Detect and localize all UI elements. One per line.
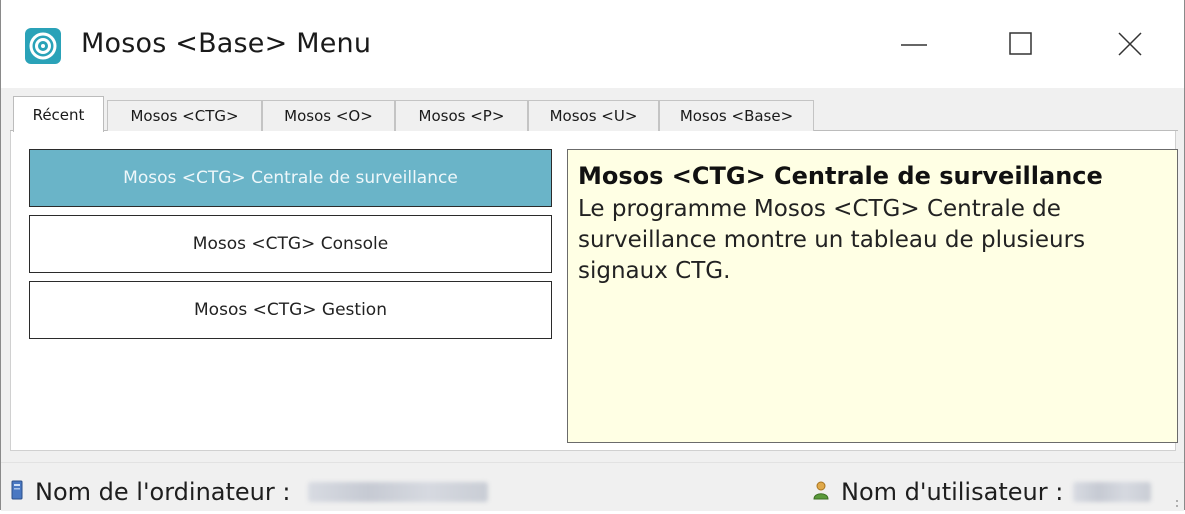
tab-mosos-base[interactable]: Mosos <Base>: [659, 100, 814, 131]
tab-recent[interactable]: Récent: [13, 96, 104, 132]
minimize-icon: [901, 44, 927, 46]
tab-mosos-ctg[interactable]: Mosos <CTG>: [107, 100, 262, 131]
tab-mosos-u[interactable]: Mosos <U>: [528, 100, 659, 131]
maximize-icon: [1009, 32, 1032, 55]
window-title: Mosos <Base> Menu: [81, 28, 372, 59]
description-text: Le programme Mosos <CTG> Centrale de sur…: [578, 196, 1086, 284]
description-title: Mosos <CTG> Centrale de surveillance: [578, 162, 1103, 190]
program-button-gestion[interactable]: Mosos <CTG> Gestion: [29, 281, 552, 339]
close-button[interactable]: [1096, 20, 1166, 70]
description-panel: Mosos <CTG> Centrale de surveillance Le …: [567, 149, 1178, 443]
computer-name-label: Nom de l'ordinateur :: [35, 478, 291, 506]
program-button-console[interactable]: Mosos <CTG> Console: [29, 215, 552, 273]
computer-icon: [11, 478, 23, 506]
title-bar[interactable]: Mosos <Base> Menu: [1, 0, 1184, 88]
computer-name-status: Nom de l'ordinateur :: [11, 478, 489, 506]
resize-grip-icon[interactable]: [1174, 496, 1180, 507]
user-name-label: Nom d'utilisateur :: [841, 478, 1064, 506]
computer-name-value-redacted: [308, 482, 489, 502]
user-icon: [813, 478, 829, 506]
user-name-value-redacted: [1073, 482, 1152, 502]
maximize-button[interactable]: [984, 20, 1054, 70]
app-window: Mosos <Base> Menu Récent Mosos <CTG> Mos…: [0, 0, 1185, 511]
user-name-status: Nom d'utilisateur :: [813, 478, 1152, 506]
minimize-button[interactable]: [879, 20, 949, 70]
program-button-centrale-de-surveillance[interactable]: Mosos <CTG> Centrale de surveillance: [29, 149, 552, 207]
tab-mosos-p[interactable]: Mosos <P>: [395, 100, 528, 131]
tab-mosos-o[interactable]: Mosos <O>: [262, 100, 395, 131]
mosos-logo-icon: [25, 28, 61, 64]
close-icon: [1118, 32, 1142, 56]
